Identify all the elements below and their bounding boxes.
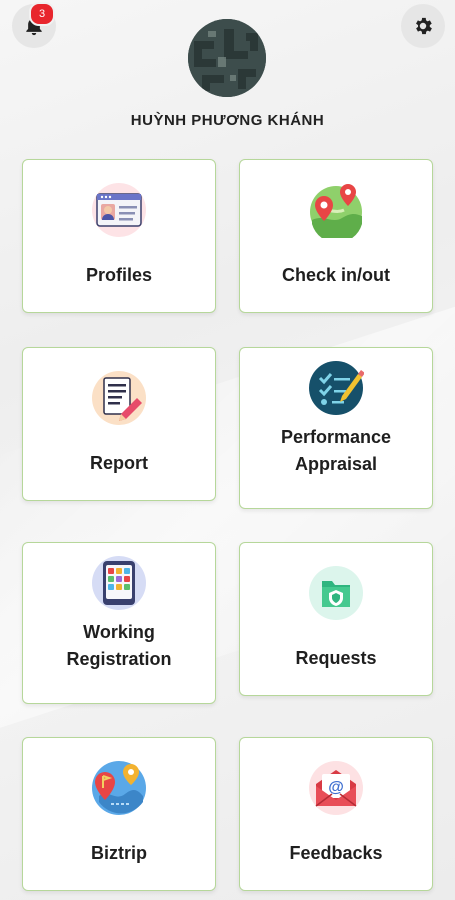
gear-icon: [416, 17, 432, 35]
menu-card-performance-appraisal[interactable]: Performance Appraisal: [239, 347, 433, 509]
menu-card-label: Check in/out: [281, 264, 390, 285]
notification-badge: 3: [29, 2, 55, 26]
menu-card-check-in-out[interactable]: Check in/out: [239, 159, 433, 313]
menu-card-label: Working Registration: [66, 622, 172, 669]
calendar-grid-icon: [92, 556, 146, 610]
menu-card-label: Report: [90, 452, 148, 473]
settings-button[interactable]: [401, 4, 445, 48]
avatar[interactable]: [188, 19, 266, 97]
user-name: HUỲNH PHƯƠNG KHÁNH: [130, 112, 325, 129]
menu-card-label: Requests: [295, 647, 377, 668]
svg-text:@: @: [328, 779, 344, 796]
menu-card-report[interactable]: Report: [22, 347, 216, 501]
menu-card-label: Feedbacks: [289, 842, 383, 863]
mail-at-icon: @: [309, 761, 363, 815]
appraisal-checklist-icon: [309, 361, 364, 415]
menu-card-label: Profiles: [85, 264, 153, 285]
menu-card-feedbacks[interactable]: @ Feedbacks: [239, 737, 433, 891]
avatar-image: [188, 19, 266, 97]
menu-card-label: Biztrip: [91, 842, 147, 863]
menu-card-working-registration[interactable]: Working Registration: [22, 542, 216, 704]
map-pin-icon: [310, 184, 362, 238]
menu-card-profiles[interactable]: Profiles: [22, 159, 216, 313]
menu-card-requests[interactable]: Requests: [239, 542, 433, 696]
report-document-icon: [92, 371, 146, 425]
menu-card-label: Performance Appraisal: [280, 427, 392, 474]
profile-card-icon: [92, 183, 146, 237]
folder-shield-icon: [309, 566, 363, 620]
trip-map-icon: [92, 761, 146, 815]
menu-card-biztrip[interactable]: Biztrip: [22, 737, 216, 891]
